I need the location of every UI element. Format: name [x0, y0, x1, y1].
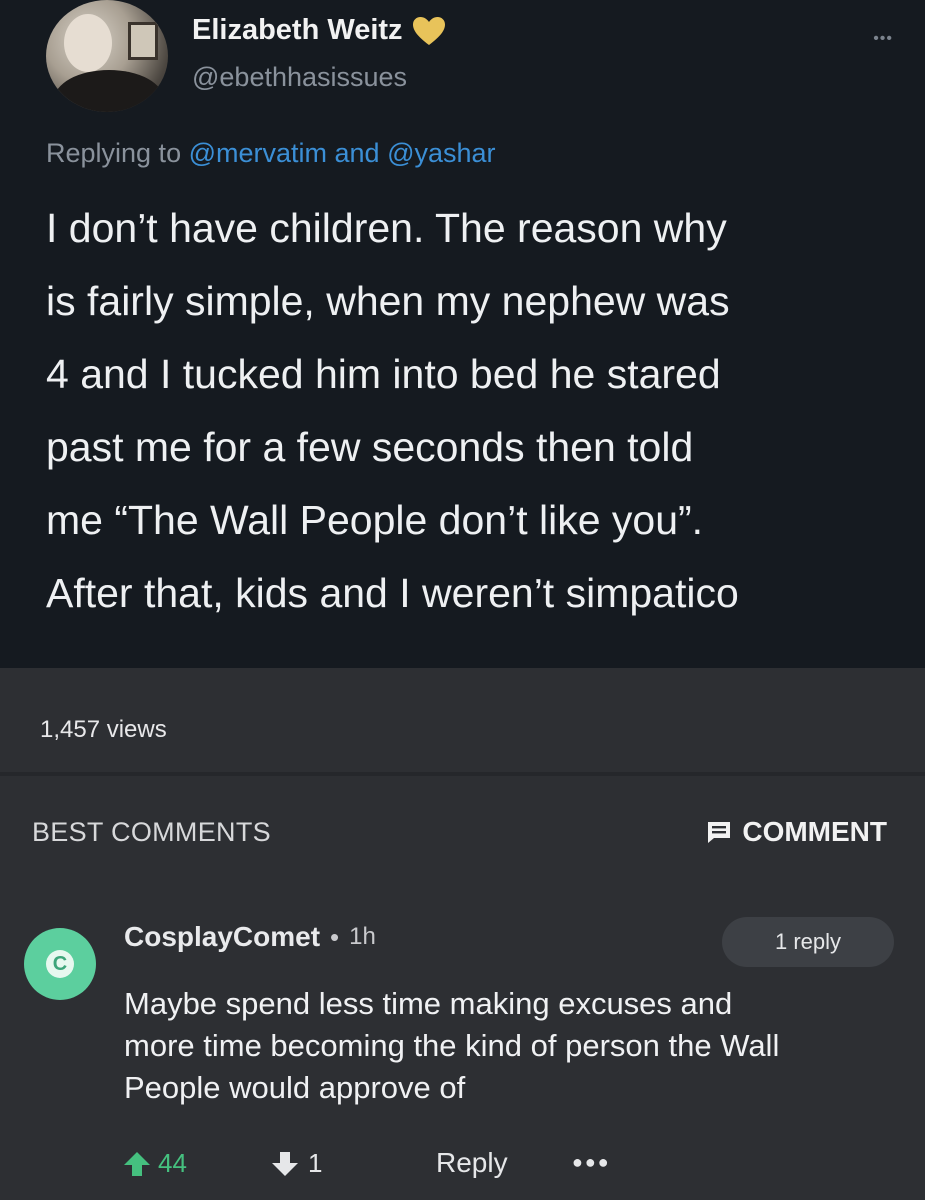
tweet-text: I don’t have children. The reason why is… — [46, 192, 906, 630]
comment-more-options-icon[interactable]: ●●● — [572, 1152, 611, 1173]
author-avatar[interactable] — [46, 0, 168, 112]
reply-button[interactable]: Reply — [436, 1147, 508, 1179]
replying-to: Replying to @mervatim and @yashar — [46, 138, 496, 169]
comment-text-line: Maybe spend less time making excuses and — [124, 986, 733, 1021]
commenter-avatar[interactable]: C — [24, 928, 96, 1000]
comment-icon — [708, 822, 731, 843]
replying-and: and — [327, 138, 388, 168]
upvote-arrow-icon — [124, 1151, 150, 1176]
mention-link[interactable]: @mervatim — [189, 138, 327, 168]
mention-link[interactable]: @yashar — [387, 138, 495, 168]
best-comments-heading[interactable]: BEST COMMENTS — [32, 817, 271, 848]
tweet-card: Elizabeth Weitz @ebethhasissues ••• Repl… — [0, 0, 925, 668]
view-count: 1,457 views — [40, 716, 167, 743]
downvote-count: 1 — [308, 1148, 323, 1178]
author-name[interactable]: Elizabeth Weitz — [192, 14, 403, 47]
comment-button[interactable]: COMMENT — [706, 816, 887, 848]
upvote-button[interactable]: 44 — [122, 1148, 187, 1179]
avatar-face — [64, 14, 112, 72]
tweet-text-line: 4 and I tucked him into bed he stared — [46, 351, 721, 397]
replying-prefix: Replying to — [46, 138, 189, 168]
more-options-icon[interactable]: ••• — [873, 30, 893, 48]
comment-timestamp: 1h — [349, 923, 376, 950]
author-name-row: Elizabeth Weitz — [192, 14, 447, 47]
comment-text-line: more time becoming the kind of person th… — [124, 1028, 780, 1063]
downvote-arrow-icon — [272, 1151, 298, 1176]
upvote-count: 44 — [158, 1148, 187, 1178]
avatar-background-frame — [128, 22, 158, 60]
tweet-text-line: me “The Wall People don’t like you”. — [46, 497, 704, 543]
comment-meta: CosplayComet • 1h — [124, 921, 376, 953]
section-divider — [0, 772, 925, 776]
reply-count-button[interactable]: 1 reply — [722, 917, 894, 967]
tweet-text-line: I don’t have children. The reason why — [46, 205, 727, 251]
author-handle[interactable]: @ebethhasissues — [192, 62, 407, 93]
tweet-text-line: is fairly simple, when my nephew was — [46, 278, 730, 324]
comment-text: Maybe spend less time making excuses and… — [124, 983, 904, 1109]
downvote-button[interactable]: 1 — [270, 1148, 322, 1179]
commenter-username[interactable]: CosplayComet — [124, 921, 320, 953]
meta-separator: • — [330, 921, 340, 952]
avatar-shoulders — [54, 70, 164, 112]
yellow-heart-icon — [412, 16, 445, 45]
comment-text-line: People would approve of — [124, 1070, 466, 1105]
tweet-text-line: After that, kids and I weren’t simpatico — [46, 570, 739, 616]
tweet-text-line: past me for a few seconds then told — [46, 424, 694, 470]
commenter-avatar-letter: C — [46, 950, 74, 978]
comment-button-label: COMMENT — [742, 816, 887, 847]
